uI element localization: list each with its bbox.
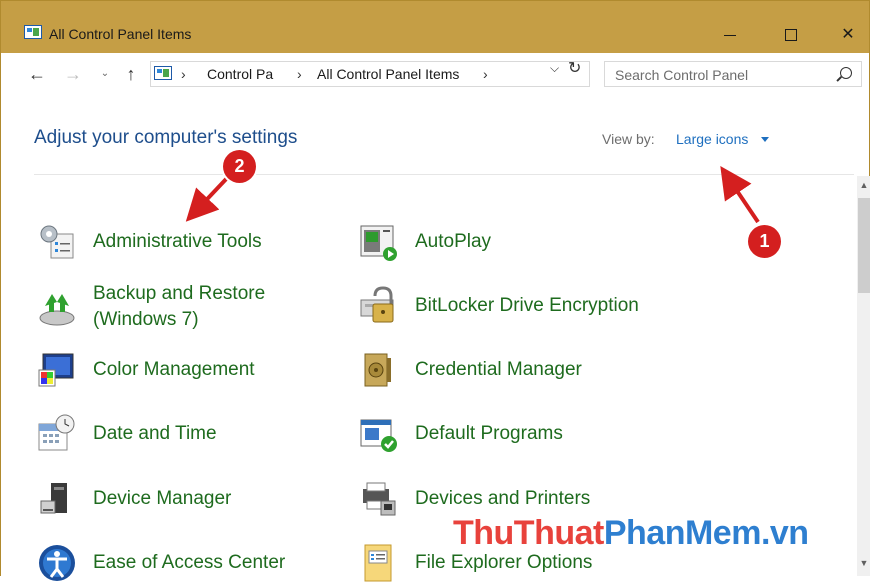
annotation-badge-1: 1	[748, 225, 781, 258]
annotation-badge-2: 2	[223, 150, 256, 183]
watermark-part3: .vn	[760, 514, 809, 552]
watermark-part1: ThuThuat	[453, 514, 604, 552]
control-panel-window: All Control Panel Items ✕ ← → ⌄ ↑ › Cont…	[0, 0, 870, 582]
annotation-arrows	[185, 166, 760, 224]
watermark-part2: PhanMem	[603, 514, 762, 552]
watermark-logo: ThuThuatPhanMem.vn	[453, 514, 809, 553]
arrow-to-administrative-tools	[185, 174, 231, 222]
arrow-to-view-by	[720, 166, 760, 224]
